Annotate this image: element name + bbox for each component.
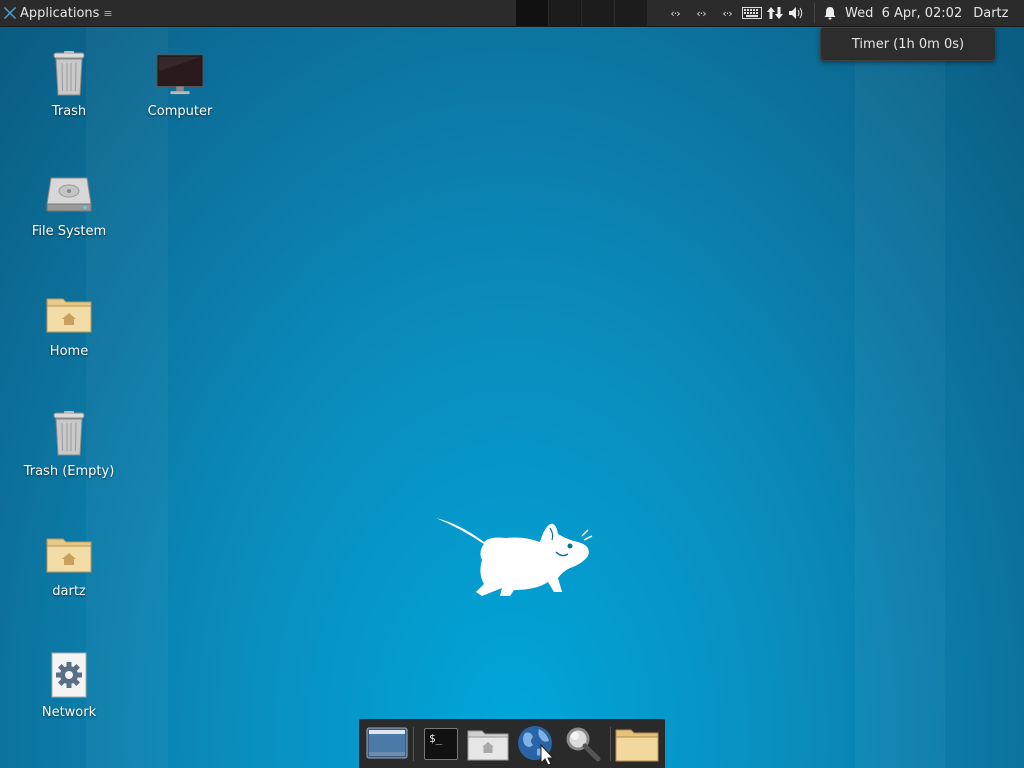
applications-menu-label: Applications: [20, 5, 100, 21]
xfce-logo-icon: [4, 7, 16, 19]
desktop-icon-label: Network: [41, 705, 97, 720]
desktop-icon-file-system[interactable]: File System: [14, 170, 124, 239]
terminal-prompt: $_: [428, 731, 443, 745]
desktop-icon-dartz[interactable]: dartz: [14, 530, 124, 599]
folder-button[interactable]: [615, 721, 660, 767]
applications-menu-button[interactable]: Applications ≡: [0, 0, 119, 26]
workspace-1[interactable]: [516, 0, 549, 26]
desktop-icon-network[interactable]: Network: [14, 651, 124, 720]
volume-icon[interactable]: [788, 0, 806, 26]
trash-icon: [45, 410, 93, 458]
web-browser-button[interactable]: [513, 721, 558, 767]
desktop-icon-label: File System: [31, 224, 107, 239]
keyboard-icon[interactable]: [742, 0, 762, 26]
web-browser-icon: [517, 725, 554, 765]
desktop-icon-trash-empty[interactable]: Trash (Empty): [14, 410, 124, 479]
dock: $_: [359, 719, 665, 768]
xfce-mouse-logo: [436, 518, 593, 596]
workspace-2[interactable]: [549, 0, 582, 26]
computer-icon: [156, 50, 204, 98]
desktop-icon-label: Trash (Empty): [23, 464, 115, 479]
drive-icon: [45, 170, 93, 218]
notification-bell-icon[interactable]: [823, 0, 837, 26]
tray-separator: [814, 3, 815, 23]
desktop-icon-home[interactable]: Home: [14, 290, 124, 359]
file-manager-icon: [467, 730, 509, 760]
desktop-icon-trash[interactable]: Trash: [14, 50, 124, 119]
terminal-icon: $_: [423, 727, 458, 760]
home-folder-icon: [45, 530, 93, 578]
terminal-button[interactable]: $_: [418, 721, 463, 767]
gear-icon: [45, 651, 93, 699]
search-icon: [566, 727, 601, 761]
workspace-4[interactable]: [615, 0, 648, 26]
menu-arrow-icon: ≡: [103, 6, 113, 20]
search-button[interactable]: [560, 721, 605, 767]
folder-icon: [615, 729, 659, 761]
desktop-icon-label: Home: [49, 344, 89, 359]
network-connection-icon[interactable]: ‹·›: [716, 0, 738, 26]
timer-tooltip: Timer (1h 0m 0s): [820, 27, 996, 61]
network-connection-icon[interactable]: ‹·›: [664, 0, 686, 26]
system-tray: ‹·› ‹·› ‹·› Wed 6 Apr, 02:02 Dartz: [662, 0, 1008, 26]
top-panel: Applications ≡ ‹·› ‹·› ‹·› Wed 6 Apr, 02…: [0, 0, 1024, 27]
desktop-icon-computer[interactable]: Computer: [125, 50, 235, 119]
network-transfer-icon[interactable]: [766, 0, 784, 26]
network-connection-icon[interactable]: ‹·›: [690, 0, 712, 26]
desktop-icon-label: Computer: [147, 104, 213, 119]
user-menu[interactable]: Dartz: [973, 6, 1008, 21]
dock-separator: [609, 726, 611, 761]
show-desktop-icon: [366, 727, 408, 758]
desktop-icon-label: dartz: [52, 584, 86, 599]
dock-separator: [413, 726, 415, 761]
wallpaper-stripe: [855, 26, 945, 768]
clock[interactable]: Wed 6 Apr, 02:02: [845, 6, 962, 21]
trash-icon: [45, 50, 93, 98]
workspace-switcher: [516, 0, 648, 26]
show-desktop-button[interactable]: [364, 721, 409, 767]
home-folder-icon: [45, 290, 93, 338]
file-manager-button[interactable]: [466, 721, 511, 767]
desktop-icon-label: Trash: [51, 104, 87, 119]
workspace-3[interactable]: [582, 0, 615, 26]
